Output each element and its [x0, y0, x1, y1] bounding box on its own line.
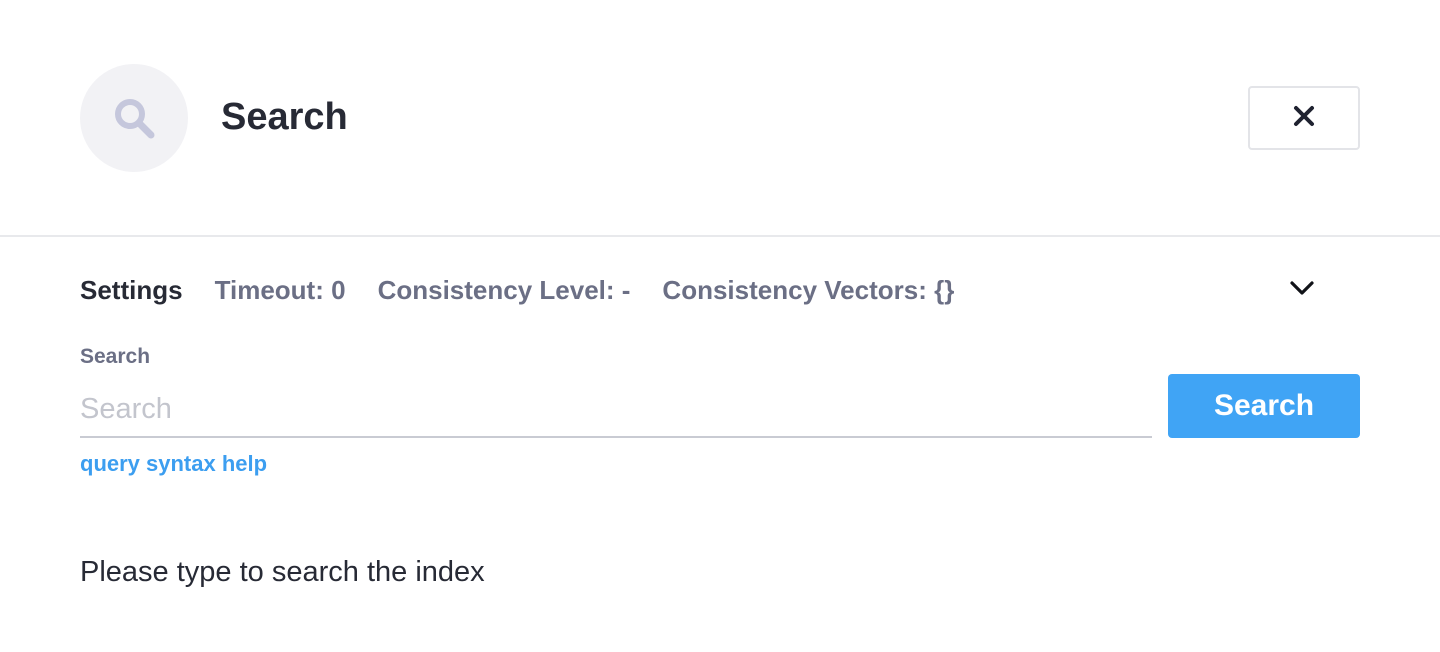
settings-toggle-button[interactable]	[1286, 274, 1318, 306]
consistency-level-setting: Consistency Level: -	[377, 274, 631, 305]
query-syntax-help-link[interactable]: query syntax help	[80, 451, 267, 477]
close-icon	[1293, 105, 1315, 132]
empty-results-message: Please type to search the index	[80, 556, 485, 588]
timeout-setting: Timeout: 0	[214, 274, 346, 305]
modal-header: Search	[0, 0, 1440, 237]
search-field-label: Search	[80, 345, 151, 368]
search-button[interactable]: Search	[1168, 374, 1360, 438]
close-button[interactable]	[1248, 86, 1360, 150]
consistency-vectors-setting: Consistency Vectors: {}	[662, 274, 955, 305]
settings-label: Settings	[80, 274, 183, 305]
settings-summary[interactable]: Settings Timeout: 0 Consistency Level: -…	[80, 272, 986, 308]
search-icon	[80, 64, 188, 172]
page-title: Search	[221, 96, 348, 138]
search-input[interactable]	[80, 382, 1152, 438]
chevron-down-icon	[1289, 280, 1315, 301]
